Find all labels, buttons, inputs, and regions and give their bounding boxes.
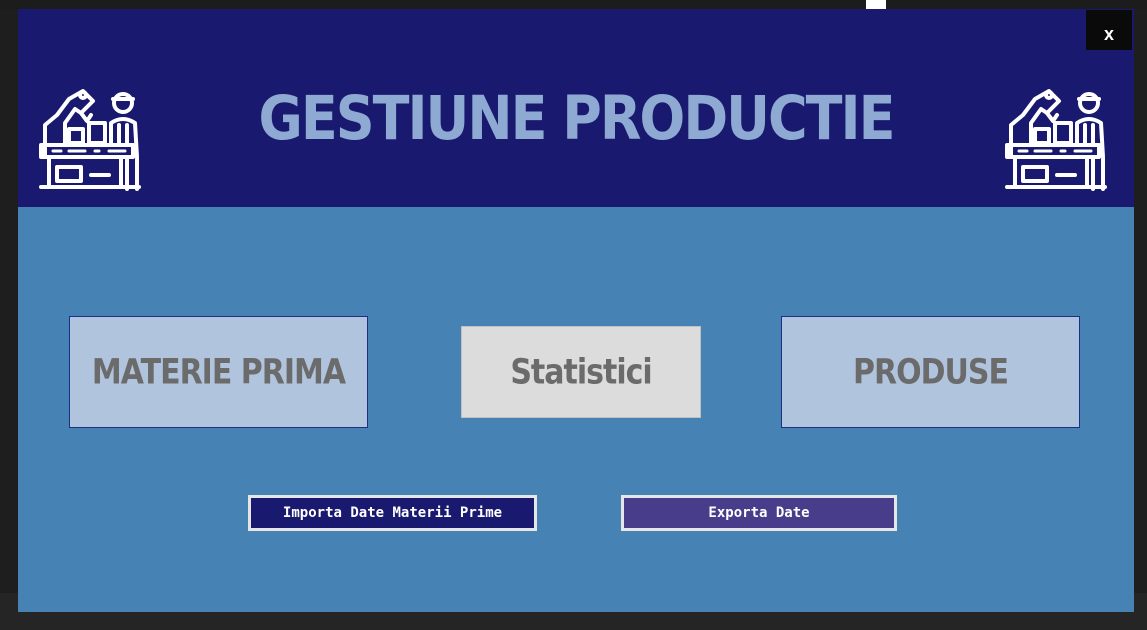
- background-top-edge: [0, 0, 1147, 9]
- import-data-button[interactable]: Importa Date Materii Prime: [248, 495, 537, 531]
- scroll-up-button[interactable]: ^: [866, 0, 886, 9]
- factory-worker-conveyor-icon: [1005, 89, 1107, 191]
- statistici-button[interactable]: Statistici: [461, 326, 701, 418]
- app-title: GESTIUNE PRODUCTIE: [258, 83, 896, 154]
- materie-prima-label: MATERIE PRIMA: [91, 351, 346, 393]
- export-data-button[interactable]: Exporta Date: [621, 495, 897, 531]
- header-banner: x GESTIUNE PRODUCTIE: [18, 9, 1134, 207]
- statistici-label: Statistici: [510, 351, 652, 393]
- produse-button[interactable]: PRODUSE: [781, 316, 1080, 428]
- app-window: x GESTIUNE PRODUCTIE MATERIE PRIMA Stati…: [18, 9, 1134, 612]
- chevron-up-icon: ^: [870, 0, 879, 6]
- materie-prima-button[interactable]: MATERIE PRIMA: [69, 316, 368, 428]
- close-button[interactable]: x: [1086, 10, 1132, 50]
- produse-label: PRODUSE: [853, 351, 1009, 393]
